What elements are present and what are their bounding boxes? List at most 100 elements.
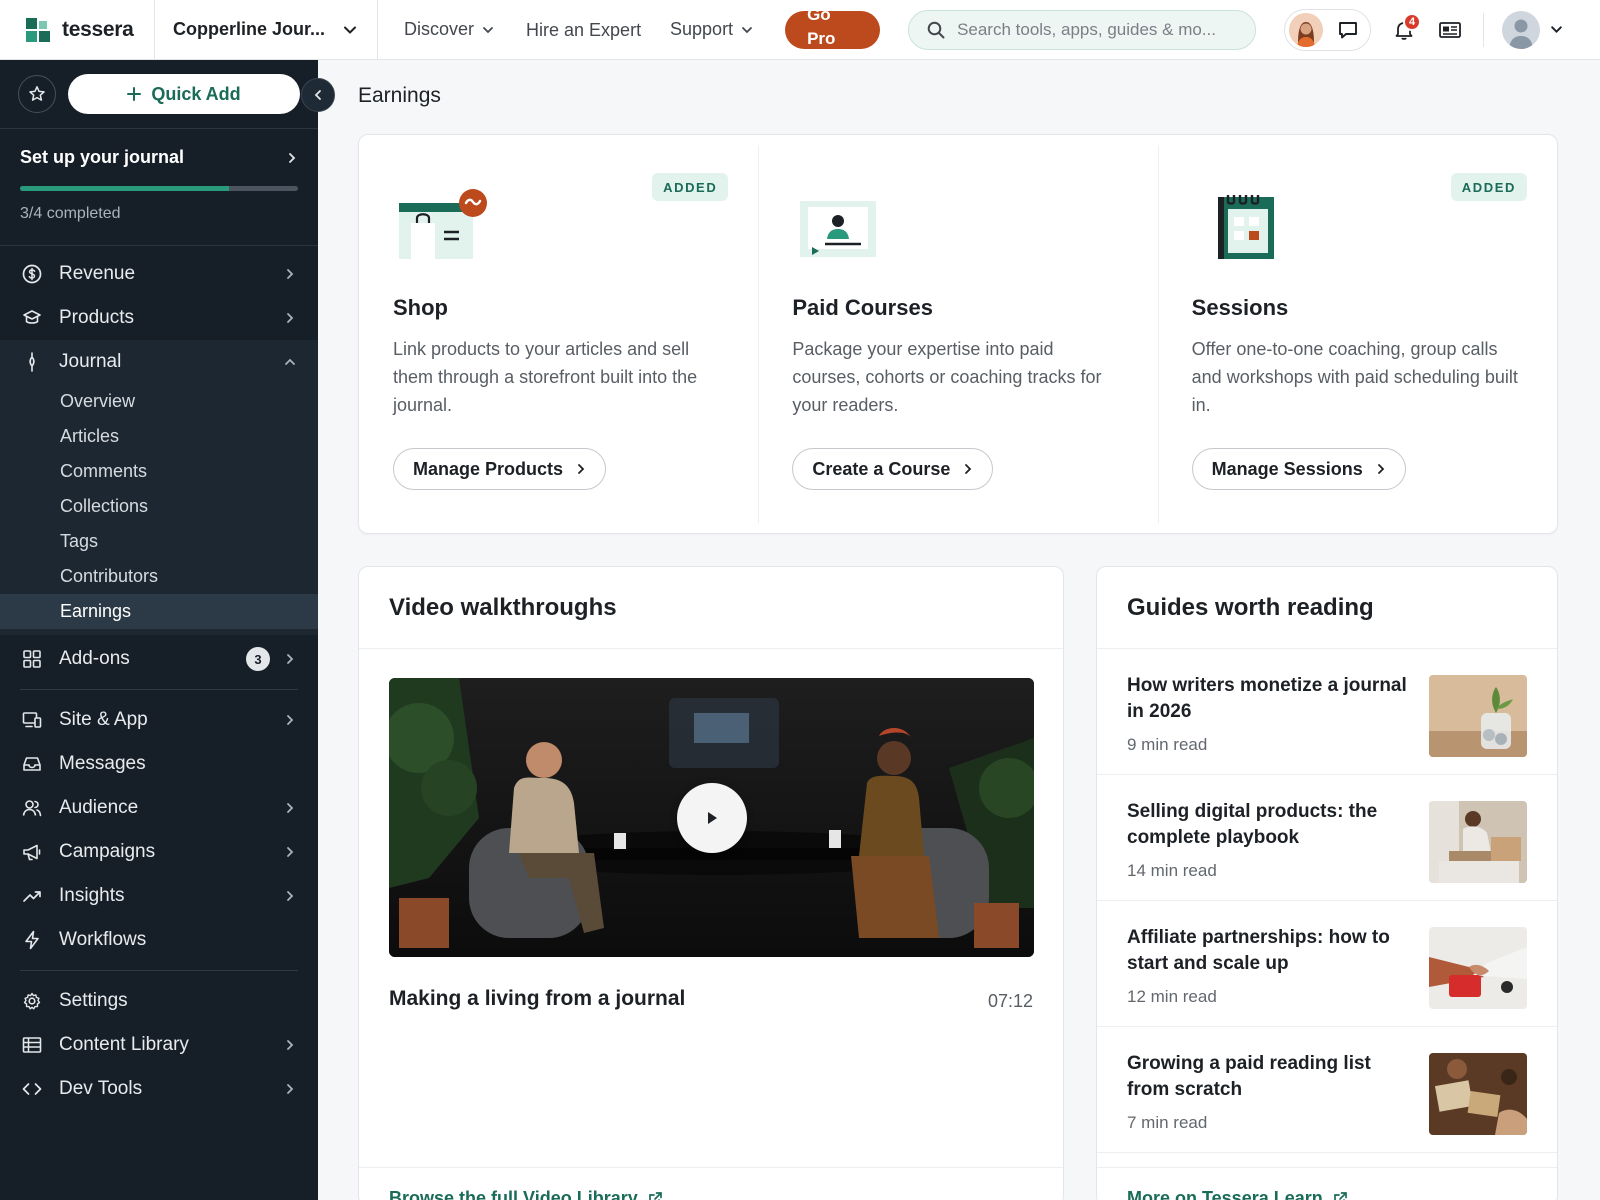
subnav-contributors[interactable]: Contributors [0, 559, 318, 594]
sidebar-item-journal[interactable]: Journal [0, 340, 318, 384]
guide-item[interactable]: Affiliate partnerships: how to start and… [1097, 901, 1557, 1027]
setup-journal-card[interactable]: Set up your journal 3/4 completed [0, 128, 318, 246]
guide-item[interactable]: Growing a paid reading list from scratch… [1097, 1027, 1557, 1153]
topbar-divider [1483, 12, 1485, 47]
course-illustration-icon [792, 185, 1123, 265]
tessera-logo-icon [26, 17, 50, 42]
nav-discover[interactable]: Discover [404, 19, 494, 40]
sidebar-item-messages[interactable]: Messages [0, 742, 318, 786]
search-bar[interactable] [908, 9, 1257, 50]
sidebar-item-label: Settings [59, 990, 128, 1011]
sidebar-item-label: Products [59, 307, 134, 328]
collapse-sidebar-button[interactable] [301, 78, 335, 112]
chevron-right-icon [287, 269, 294, 279]
nav-discover-label: Discover [404, 19, 475, 39]
subnav-tags[interactable]: Tags [0, 524, 318, 559]
chevron-down-icon [483, 26, 493, 33]
go-pro-button[interactable]: Go Pro [785, 10, 881, 49]
main-content: Earnings ADDED Shop Link products to you… [318, 60, 1600, 1200]
sidebar-item-insights[interactable]: Insights [0, 874, 318, 918]
sidebar-item-revenue[interactable]: Revenue [0, 252, 318, 296]
button-label: Create a Course [812, 458, 951, 479]
manage-products-button[interactable]: Manage Products [393, 448, 607, 490]
quick-add-button[interactable]: Quick Add [68, 74, 300, 114]
browse-video-library-link[interactable]: Browse the full Video Library [359, 1167, 1063, 1200]
chevron-right-icon [287, 803, 294, 813]
chevron-down-icon [1551, 26, 1562, 34]
guide-item[interactable]: Selling digital products: the complete p… [1097, 775, 1557, 901]
sidebar-item-label: Campaigns [59, 841, 156, 862]
external-link-icon [1333, 1192, 1347, 1200]
subnav-articles[interactable]: Articles [0, 419, 318, 454]
sidebar-item-products[interactable]: Products [0, 296, 318, 340]
people-icon [20, 796, 44, 820]
brand[interactable]: tessera [0, 0, 155, 60]
nav-hire-expert[interactable]: Hire an Expert [526, 17, 646, 43]
feature-paid-courses: Paid Courses Package your expertise into… [758, 135, 1157, 533]
play-button[interactable] [677, 783, 747, 853]
guide-thumbnail-desk-image [1429, 1053, 1527, 1135]
subnav-collections[interactable]: Collections [0, 489, 318, 524]
feature-description: Offer one-to-one coaching, group calls a… [1191, 339, 1518, 415]
sidebar-divider [20, 689, 298, 690]
create-course-button[interactable]: Create a Course [792, 448, 994, 490]
feature-sessions: ADDED Sessions Offer one-to-one coaching… [1157, 135, 1557, 533]
guide-thumbnail-handshake-image [1429, 927, 1527, 1009]
sidebar-item-label: Messages [59, 753, 146, 774]
sidebar-item-label: Insights [59, 885, 125, 906]
subnav-earnings[interactable]: Earnings [0, 594, 318, 629]
assistant-group[interactable] [1284, 8, 1372, 51]
sidebar-item-addons[interactable]: Add-ons 3 [0, 637, 318, 681]
nav-support[interactable]: Support [670, 19, 753, 40]
chevron-right-icon [289, 152, 296, 163]
button-label: Manage Sessions [1211, 458, 1363, 479]
site-name: Copperline Jour... [173, 19, 326, 39]
sidebar-item-workflows[interactable]: Workflows [0, 918, 318, 962]
guide-thumbnail-jar-image [1429, 675, 1527, 757]
assistant-avatar[interactable] [1289, 12, 1324, 47]
sidebar-item-campaigns[interactable]: Campaigns [0, 830, 318, 874]
site-switcher[interactable]: Copperline Jour... [155, 0, 378, 60]
feature-title: Sessions [1191, 295, 1289, 320]
subnav-comments[interactable]: Comments [0, 454, 318, 489]
bolt-icon [20, 928, 44, 952]
sidebar-item-content-library[interactable]: Content Library [0, 1023, 318, 1067]
addons-count-badge: 3 [246, 647, 270, 671]
top-bar: tessera Copperline Jour... Discover Hire… [0, 0, 1600, 60]
guide-title: Selling digital products: the complete p… [1127, 801, 1378, 848]
chevron-right-icon [287, 1040, 294, 1050]
sidebar-item-label: Revenue [59, 263, 136, 284]
guides-card: Guides worth reading How writers monetiz… [1096, 566, 1558, 1200]
video-thumbnail[interactable] [389, 678, 1034, 957]
sidebar-item-label: Site & App [59, 709, 148, 730]
chat-button[interactable] [1333, 11, 1363, 49]
guide-read-time: 12 min read [1127, 987, 1217, 1006]
more-on-tessera-learn-link[interactable]: More on Tessera Learn [1097, 1167, 1557, 1200]
sidebar-item-audience[interactable]: Audience [0, 786, 318, 830]
sidebar-item-settings[interactable]: Settings [0, 979, 318, 1023]
sidebar-item-site-app[interactable]: Site & App [0, 698, 318, 742]
subnav-overview[interactable]: Overview [0, 384, 318, 419]
sidebar-item-dev-tools[interactable]: Dev Tools [0, 1067, 318, 1111]
sidebar-item-label: Audience [59, 797, 139, 818]
chevron-right-icon [287, 891, 294, 901]
news-button[interactable] [1431, 11, 1469, 49]
sidebar-item-label: Journal [59, 351, 122, 372]
profile-menu[interactable] [1502, 10, 1563, 49]
guide-read-time: 7 min read [1127, 1113, 1208, 1132]
video-title[interactable]: Making a living from a journal [389, 987, 685, 1011]
video-walkthroughs-card: Video walkthroughs Making a living from … [358, 566, 1064, 1200]
guide-title: How writers monetize a journal in 2026 [1127, 675, 1407, 722]
manage-sessions-button[interactable]: Manage Sessions [1191, 448, 1406, 490]
sidebar: Quick Add Set up your journal 3/4 comple… [0, 60, 335, 1200]
code-icon [20, 1077, 44, 1101]
added-badge: ADDED [1450, 173, 1527, 201]
star-icon [29, 86, 45, 101]
quick-actions-row: Quick Add [0, 60, 318, 128]
guide-item[interactable]: How writers monetize a journal in 2026 9… [1097, 649, 1557, 775]
search-input[interactable] [957, 19, 1238, 40]
video-duration: 07:12 [987, 991, 1033, 1011]
notifications-button[interactable]: 4 [1385, 11, 1423, 49]
sidebar-item-label: Workflows [59, 929, 147, 950]
favorites-button[interactable] [18, 75, 56, 113]
